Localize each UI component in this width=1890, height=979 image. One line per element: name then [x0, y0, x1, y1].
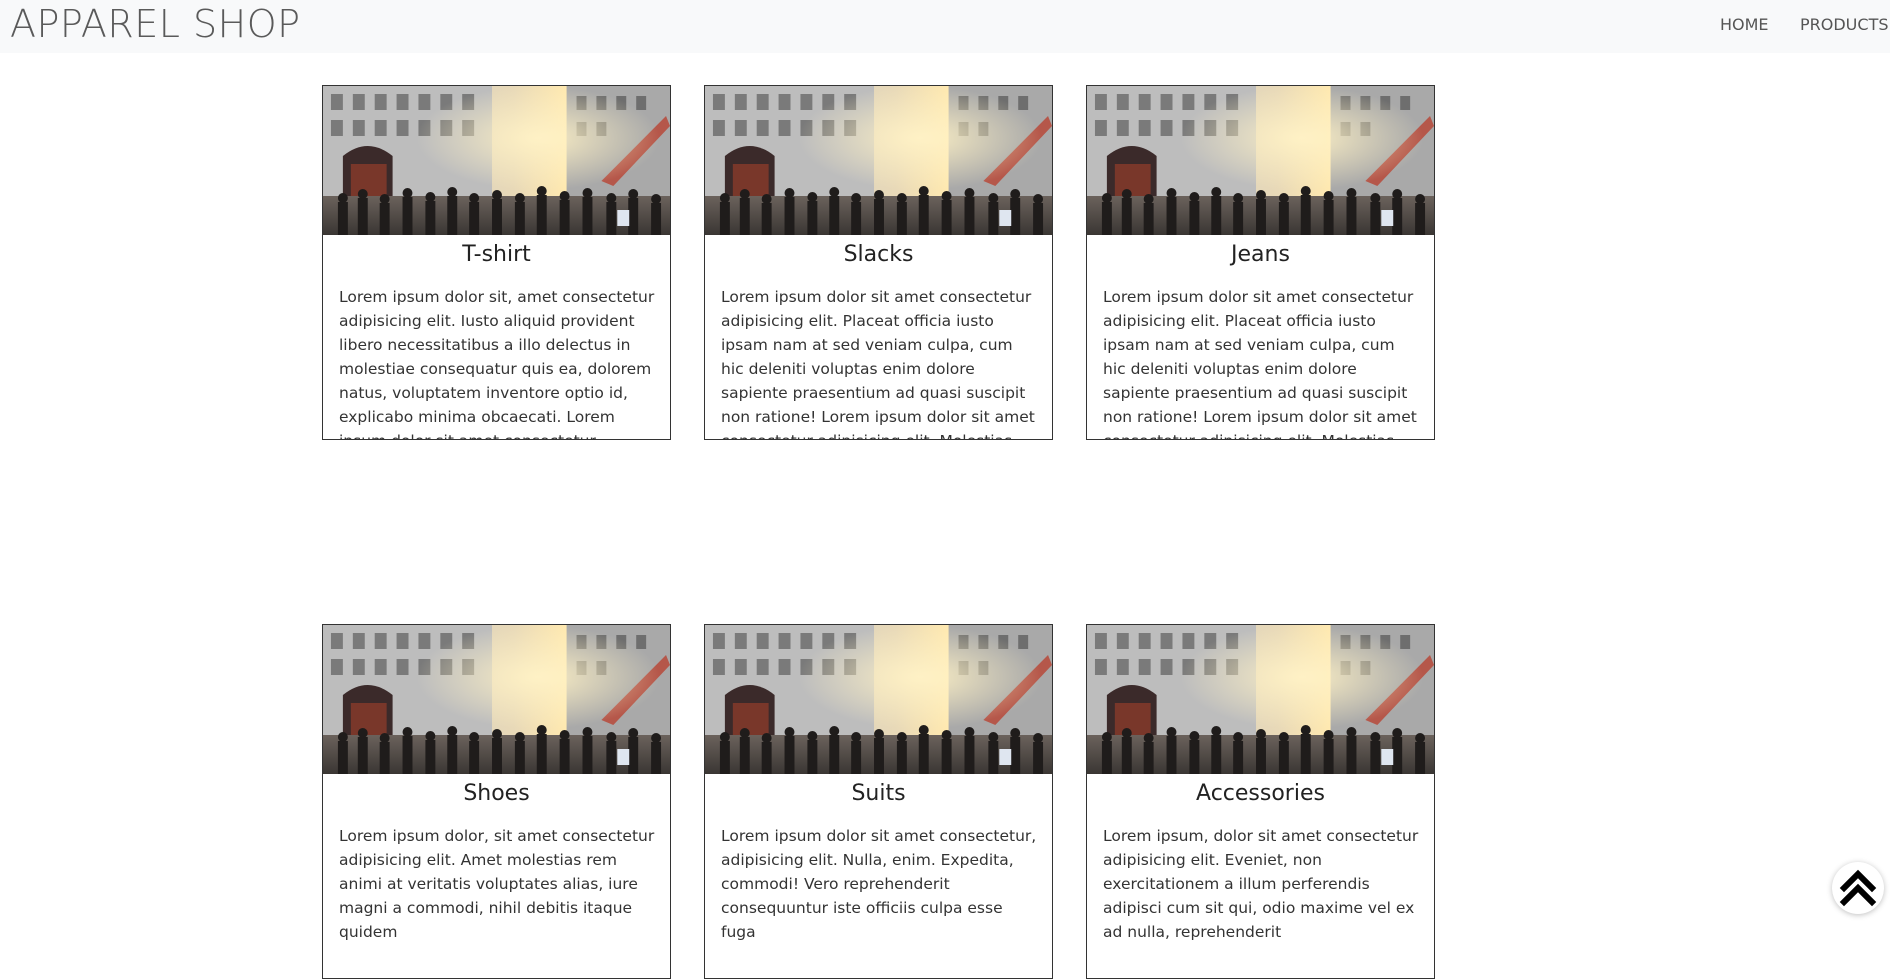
product-title: Slacks	[843, 242, 914, 267]
product-image	[705, 86, 1052, 235]
product-image	[1087, 625, 1434, 774]
product-card: Shoes Lorem ipsum dolor, sit amet consec…	[322, 624, 671, 979]
product-card: Suits Lorem ipsum dolor sit amet consect…	[704, 624, 1053, 979]
product-title: T-shirt	[462, 242, 531, 267]
product-card: T-shirt Lorem ipsum dolor sit, amet cons…	[322, 85, 671, 440]
product-description: Lorem ipsum dolor sit amet consectetur a…	[1103, 288, 1417, 439]
product-description: Lorem ipsum dolor sit amet consectetur, …	[721, 827, 1037, 941]
product-description: Lorem ipsum dolor, sit amet consectetur …	[339, 827, 655, 941]
double-chevron-up-icon	[1839, 869, 1877, 907]
product-title: Shoes	[463, 781, 530, 806]
product-image	[323, 86, 670, 235]
product-card: Accessories Lorem ipsum, dolor sit amet …	[1086, 624, 1435, 979]
product-card: Jeans Lorem ipsum dolor sit amet consect…	[1086, 85, 1435, 440]
brand-logo[interactable]: APPAREL SHOP	[10, 0, 301, 48]
nav-home-link[interactable]: HOME	[1720, 15, 1769, 35]
product-description: Lorem ipsum dolor sit amet consectetur a…	[721, 288, 1035, 439]
nav-products-link[interactable]: PRODUCTS	[1800, 15, 1889, 35]
product-title: Accessories	[1196, 781, 1325, 806]
product-image	[323, 625, 670, 774]
product-image	[705, 625, 1052, 774]
product-title: Jeans	[1231, 242, 1290, 267]
product-title: Suits	[851, 781, 906, 806]
product-description: Lorem ipsum, dolor sit amet consectetur …	[1103, 827, 1419, 941]
product-description: Lorem ipsum dolor sit, amet consectetur …	[339, 288, 655, 439]
product-image	[1087, 86, 1434, 235]
product-card: Slacks Lorem ipsum dolor sit amet consec…	[704, 85, 1053, 440]
navbar: APPAREL SHOP HOME PRODUCTS	[0, 0, 1890, 53]
scroll-to-top-button[interactable]	[1832, 862, 1884, 914]
